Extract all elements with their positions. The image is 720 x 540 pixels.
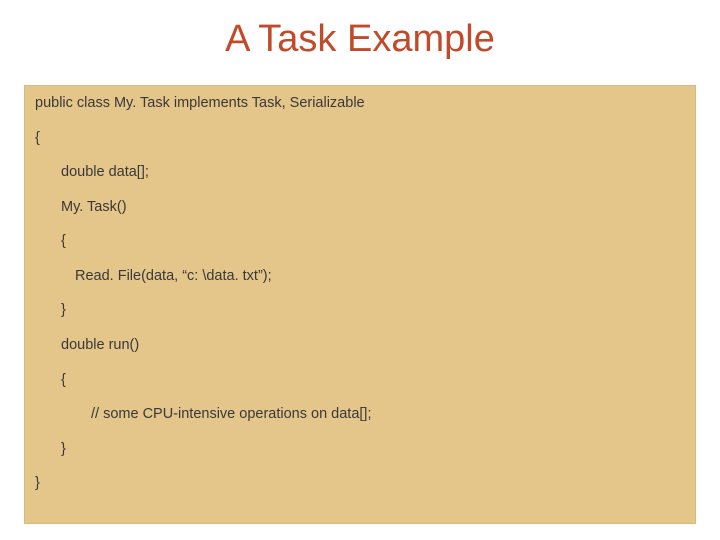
code-line: double data[]; [35, 163, 685, 183]
code-line: } [35, 474, 685, 494]
code-line: My. Task() [35, 198, 685, 218]
code-line: { [35, 129, 685, 149]
code-line: { [35, 371, 685, 391]
page-title: A Task Example [0, 18, 720, 61]
code-line: public class My. Task implements Task, S… [35, 94, 685, 114]
code-line: Read. File(data, “c: \data. txt”); [35, 267, 685, 287]
code-line: double run() [35, 336, 685, 356]
slide: A Task Example public class My. Task imp… [0, 0, 720, 540]
code-line: { [35, 232, 685, 252]
code-line: } [35, 440, 685, 460]
code-line: // some CPU-intensive operations on data… [35, 405, 685, 425]
code-block: public class My. Task implements Task, S… [24, 85, 696, 524]
code-line: } [35, 301, 685, 321]
